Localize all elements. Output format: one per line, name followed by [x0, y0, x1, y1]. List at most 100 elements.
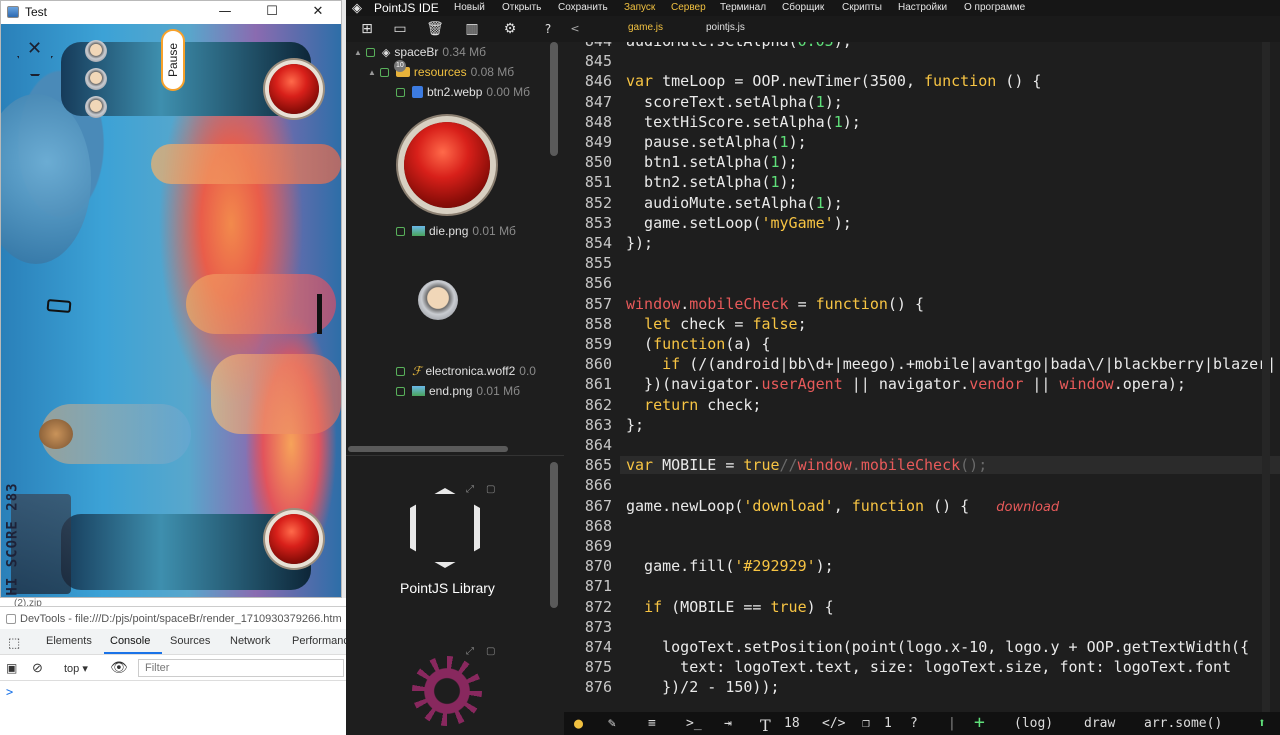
mute-icon[interactable]: [46, 298, 72, 314]
code-line[interactable]: });: [626, 234, 653, 252]
code-line[interactable]: btn2.setAlpha(1);: [626, 173, 798, 191]
virus-library-icon[interactable]: [412, 656, 482, 726]
filter-input[interactable]: Filter: [138, 659, 344, 677]
code-line[interactable]: audioMute.setAlpha(1);: [626, 194, 843, 212]
window-icon[interactable]: ▢: [486, 646, 495, 657]
tree-file-end[interactable]: end.png 0.01 Мб: [396, 384, 520, 398]
tree-file-btn2[interactable]: btn2.webp 0.00 Мб: [396, 85, 530, 99]
maximize-button[interactable]: ☐: [249, 1, 295, 24]
close-button[interactable]: ✕: [295, 1, 341, 24]
tab-pointjs-js[interactable]: pointjs.js: [706, 22, 745, 33]
lava-stream: [211, 354, 341, 434]
line-number: 873: [584, 617, 612, 636]
inspect-icon[interactable]: ⬚: [8, 635, 20, 651]
code-line[interactable]: (function(a) {: [626, 335, 770, 353]
menu-new[interactable]: Новый: [454, 2, 485, 13]
book-icon[interactable]: ▥: [463, 21, 481, 37]
code-line[interactable]: text: logoText.text, size: logoText.size…: [626, 658, 1231, 676]
collapse-panel-button[interactable]: <: [566, 21, 584, 37]
settings-icon[interactable]: ⚙: [501, 21, 519, 37]
menu-save[interactable]: Сохранить: [558, 2, 608, 13]
library-scrollbar[interactable]: [550, 462, 558, 608]
tree-file-font[interactable]: ℱ electronica.woff2 0.0: [396, 364, 536, 378]
tab-elements[interactable]: Elements: [46, 635, 92, 647]
code-line[interactable]: var MOBILE = true//window.mobileCheck();: [620, 456, 1280, 475]
menu-run[interactable]: Запуск: [624, 2, 655, 13]
log-button[interactable]: (log): [1014, 716, 1053, 731]
console-prompt[interactable]: >: [6, 685, 13, 699]
code-line[interactable]: game.setLoop('myGame');: [626, 214, 852, 232]
file-tree: ▲ ◈ spaceBr 0.34 Мб ▲ 10 resources 0.08 …: [346, 42, 564, 452]
tree-root[interactable]: ▲ ◈ spaceBr 0.34 Мб: [354, 45, 486, 59]
eye-icon[interactable]: 👁: [110, 659, 128, 676]
code-line[interactable]: window.mobileCheck = function() {: [626, 295, 924, 313]
menu-server[interactable]: Сервер: [671, 2, 706, 13]
arr-some-button[interactable]: arr.some(): [1144, 716, 1222, 731]
code-line[interactable]: btn1.setAlpha(1);: [626, 153, 798, 171]
tab-sources[interactable]: Sources: [170, 635, 210, 647]
code-line[interactable]: audioMute.setAlpha(0.05);: [626, 42, 852, 50]
code-line[interactable]: var tmeLoop = OOP.newTimer(3500, functio…: [626, 72, 1041, 90]
close-icon[interactable]: ✕: [27, 38, 42, 59]
menu-builder[interactable]: Сборщик: [782, 2, 824, 13]
code-line[interactable]: game.newLoop('download', function () { d…: [626, 497, 1059, 515]
tree-scrollbar[interactable]: [550, 42, 558, 156]
code-line[interactable]: })/2 - 150));: [626, 678, 779, 696]
code-line[interactable]: pause.setAlpha(1);: [626, 133, 807, 151]
expand-icon[interactable]: ⤢: [466, 646, 474, 657]
tree-hscrollbar[interactable]: [348, 446, 508, 452]
help-circle-icon[interactable]: ?: [910, 716, 918, 731]
upload-icon[interactable]: ⬆: [1258, 716, 1266, 731]
log-icon[interactable]: >_: [686, 716, 702, 731]
code-line[interactable]: return check;: [626, 396, 761, 414]
code-editor[interactable]: 8448458468478488498508518528538548558568…: [564, 42, 1280, 712]
add-icon[interactable]: +: [974, 712, 985, 733]
code-line[interactable]: })(navigator.userAgent || navigator.vend…: [626, 375, 1186, 393]
minimize-button[interactable]: —: [202, 1, 248, 24]
window-icon[interactable]: ▢: [486, 484, 495, 495]
help-icon[interactable]: ?: [539, 21, 557, 37]
tab-console[interactable]: Console: [110, 635, 150, 647]
btn1-red-button[interactable]: [269, 514, 319, 564]
sliders-icon[interactable]: ≡: [648, 716, 656, 731]
tab-game-js[interactable]: game.js: [628, 22, 663, 33]
edit-image-icon[interactable]: ✎: [608, 716, 616, 731]
new-folder-icon[interactable]: ▭: [391, 21, 409, 37]
code-line[interactable]: if (MOBILE == true) {: [626, 598, 834, 616]
context-select[interactable]: top ▾: [64, 662, 88, 675]
code-line[interactable]: logoText.setPosition(point(logo.x-10, lo…: [626, 638, 1249, 656]
theme-toggle-icon[interactable]: ●: [574, 714, 583, 732]
copy-icon[interactable]: ❐: [862, 716, 870, 731]
tree-file-die[interactable]: die.png 0.01 Мб: [396, 224, 516, 238]
funnel-icon[interactable]: [17, 56, 53, 76]
tree-folder-resources[interactable]: ▲ 10 resources 0.08 Мб: [368, 60, 514, 79]
menu-about[interactable]: О программе: [964, 2, 1025, 13]
game-canvas[interactable]: ✕ Pause HI SCORE 283: [1, 24, 341, 597]
font-icon[interactable]: T: [760, 716, 771, 735]
draw-button[interactable]: draw: [1084, 716, 1115, 731]
code-line[interactable]: scoreText.setAlpha(1);: [626, 93, 843, 111]
tab-network[interactable]: Network: [230, 635, 270, 647]
btn2-red-button[interactable]: [269, 64, 319, 114]
game-titlebar[interactable]: Test — ☐ ✕: [1, 1, 341, 24]
menu-open[interactable]: Открыть: [502, 2, 541, 13]
delete-icon[interactable]: 🗑: [426, 21, 444, 37]
editor-scrollbar[interactable]: [1262, 42, 1270, 712]
code-line[interactable]: let check = false;: [626, 315, 807, 333]
pointjs-library-logo[interactable]: [410, 488, 480, 568]
new-file-icon[interactable]: ⊞: [358, 21, 376, 37]
menu-scripts[interactable]: Скрипты: [842, 2, 882, 13]
sidebar-toggle-icon[interactable]: ▣: [6, 661, 17, 675]
clear-console-icon[interactable]: ⊘: [32, 660, 43, 676]
expand-icon[interactable]: ⤢: [466, 484, 474, 495]
code-line[interactable]: };: [626, 416, 644, 434]
menu-settings[interactable]: Настройки: [898, 2, 947, 13]
code-line[interactable]: textHiScore.setAlpha(1);: [626, 113, 861, 131]
code-line[interactable]: if (/(android|bb\d+|meego).+mobile|avant…: [626, 355, 1276, 373]
indent-icon[interactable]: ⇥: [724, 716, 732, 731]
code-icon[interactable]: </>: [822, 716, 845, 731]
menu-terminal[interactable]: Терминал: [720, 2, 766, 13]
code-line[interactable]: game.fill('#292929');: [626, 557, 834, 575]
pause-button[interactable]: Pause: [161, 29, 185, 91]
tab-performance[interactable]: Performanc: [292, 635, 349, 647]
